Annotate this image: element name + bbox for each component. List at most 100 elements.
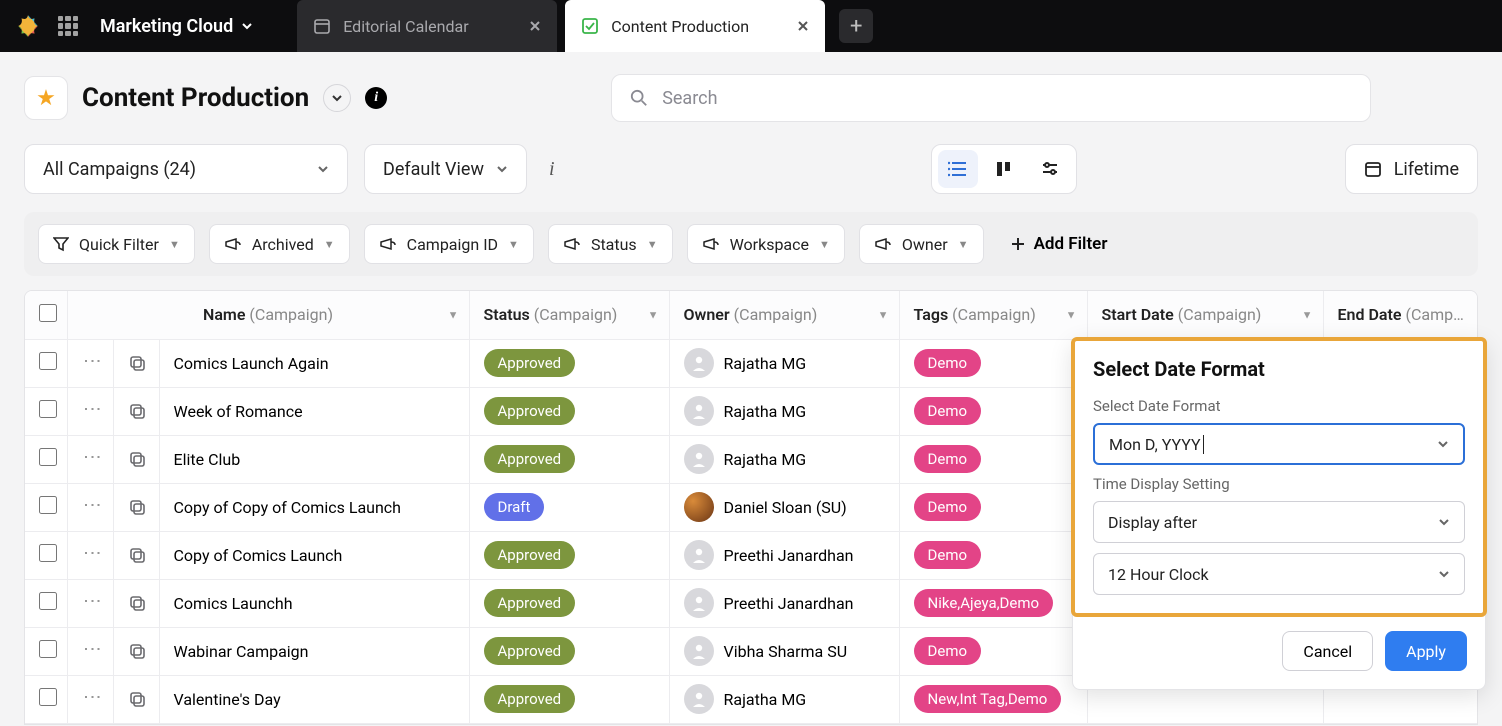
content-icon (581, 17, 599, 35)
apply-button[interactable]: Apply (1385, 631, 1467, 671)
column-header-tags[interactable]: Tags(Campaign) ▼ (899, 291, 1087, 339)
workspace-filter[interactable]: Workspace ▼ (687, 224, 845, 264)
row-checkbox[interactable] (25, 675, 67, 723)
clock-format-select[interactable]: 12 Hour Clock (1093, 553, 1465, 595)
filter-label: Workspace (730, 235, 809, 254)
row-actions[interactable]: ⋮ (67, 483, 113, 531)
chevron-down-icon: ▼ (508, 238, 519, 251)
date-format-select[interactable]: Mon D, YYYY (1093, 423, 1465, 465)
campaign-id-filter[interactable]: Campaign ID ▼ (364, 224, 534, 264)
row-link-icon[interactable] (113, 387, 159, 435)
cell-status: Approved (469, 627, 669, 675)
modal-highlighted-area: Select Date Format Select Date Format Mo… (1071, 337, 1487, 617)
column-header-status[interactable]: Status(Campaign) ▼ (469, 291, 669, 339)
cell-status: Approved (469, 675, 669, 723)
row-actions[interactable]: ⋮ (67, 675, 113, 723)
row-actions[interactable]: ⋮ (67, 339, 113, 387)
avatar (684, 684, 714, 714)
cell-name: Week of Romance (159, 387, 469, 435)
column-header-end-date[interactable]: End Date(Camp… ▼ (1323, 291, 1478, 339)
close-icon[interactable] (797, 20, 809, 32)
campaigns-dropdown[interactable]: All Campaigns (24) (24, 144, 348, 194)
tab-content-production[interactable]: Content Production (565, 0, 825, 52)
favorite-toggle[interactable]: ★ (24, 76, 68, 120)
owner-filter[interactable]: Owner ▼ (859, 224, 984, 264)
megaphone-icon (702, 237, 720, 251)
quick-filter-button[interactable]: Quick Filter ▼ (38, 224, 195, 264)
date-format-value: Mon D, YYYY (1109, 435, 1208, 454)
select-all-checkbox[interactable] (25, 291, 67, 339)
row-link-icon[interactable] (113, 435, 159, 483)
board-view-button[interactable] (984, 150, 1024, 188)
close-icon[interactable] (529, 20, 541, 32)
chevron-down-icon: ▼ (1302, 308, 1313, 321)
list-view-button[interactable] (938, 150, 978, 188)
row-link-icon[interactable] (113, 483, 159, 531)
workspace-dropdown[interactable]: Marketing Cloud (100, 16, 253, 37)
page-menu-dropdown[interactable] (323, 84, 351, 112)
row-actions[interactable]: ⋮ (67, 435, 113, 483)
cell-name: Copy of Comics Launch (159, 531, 469, 579)
sliders-icon (1041, 160, 1059, 178)
info-icon[interactable]: i (365, 87, 387, 109)
new-tab-button[interactable]: + (839, 9, 873, 43)
chevron-down-icon: ▼ (448, 308, 459, 321)
avatar (684, 396, 714, 426)
cell-tags: Demo (899, 483, 1087, 531)
list-icon (948, 160, 968, 178)
date-format-label: Select Date Format (1093, 397, 1465, 415)
status-filter[interactable]: Status ▼ (548, 224, 673, 264)
row-checkbox[interactable] (25, 627, 67, 675)
cell-name: Valentine's Day (159, 675, 469, 723)
time-display-select[interactable]: Display after (1093, 501, 1465, 543)
date-range-button[interactable]: Lifetime (1345, 144, 1478, 194)
row-link-icon[interactable] (113, 675, 159, 723)
row-checkbox[interactable] (25, 531, 67, 579)
add-filter-button[interactable]: Add Filter (1000, 234, 1118, 254)
cancel-button[interactable]: Cancel (1282, 631, 1373, 671)
row-link-icon[interactable] (113, 579, 159, 627)
view-dropdown-label: Default View (383, 159, 484, 180)
cell-name: Copy of Copy of Comics Launch (159, 483, 469, 531)
settings-view-button[interactable] (1030, 150, 1070, 188)
avatar (684, 588, 714, 618)
cell-owner: Rajatha MG (669, 435, 899, 483)
chevron-down-icon: ▼ (958, 238, 969, 251)
column-header-name[interactable]: Name(Campaign) ▼ (67, 291, 469, 339)
chevron-down-icon: ▼ (878, 308, 889, 321)
info-icon[interactable]: i (549, 158, 555, 181)
page-header: ★ Content Production i Search (24, 74, 1478, 122)
cell-owner: Rajatha MG (669, 339, 899, 387)
cell-name: Comics Launchh (159, 579, 469, 627)
search-input[interactable]: Search (611, 74, 1371, 122)
plus-icon (1010, 236, 1026, 252)
row-checkbox[interactable] (25, 339, 67, 387)
row-checkbox[interactable] (25, 483, 67, 531)
row-actions[interactable]: ⋮ (67, 387, 113, 435)
chevron-down-icon (317, 163, 329, 175)
row-actions[interactable]: ⋮ (67, 627, 113, 675)
row-checkbox[interactable] (25, 579, 67, 627)
column-header-start-date[interactable]: Start Date(Campaign) ▼ (1087, 291, 1323, 339)
archived-filter[interactable]: Archived ▼ (209, 224, 350, 264)
cell-tags: Demo (899, 339, 1087, 387)
row-link-icon[interactable] (113, 531, 159, 579)
cell-name: Wabinar Campaign (159, 627, 469, 675)
view-mode-group (931, 144, 1077, 194)
row-link-icon[interactable] (113, 627, 159, 675)
cell-status: Approved (469, 387, 669, 435)
row-actions[interactable]: ⋮ (67, 531, 113, 579)
apps-grid-icon[interactable] (58, 16, 78, 36)
tab-editorial-calendar[interactable]: Editorial Calendar (297, 0, 557, 52)
cell-name: Comics Launch Again (159, 339, 469, 387)
row-checkbox[interactable] (25, 387, 67, 435)
row-actions[interactable]: ⋮ (67, 579, 113, 627)
row-link-icon[interactable] (113, 339, 159, 387)
app-logo (14, 12, 42, 40)
row-checkbox[interactable] (25, 435, 67, 483)
tab-label: Editorial Calendar (343, 17, 468, 36)
column-header-owner[interactable]: Owner(Campaign) ▼ (669, 291, 899, 339)
funnel-icon (53, 236, 69, 252)
view-dropdown[interactable]: Default View (364, 144, 527, 194)
chevron-down-icon: ▼ (324, 238, 335, 251)
